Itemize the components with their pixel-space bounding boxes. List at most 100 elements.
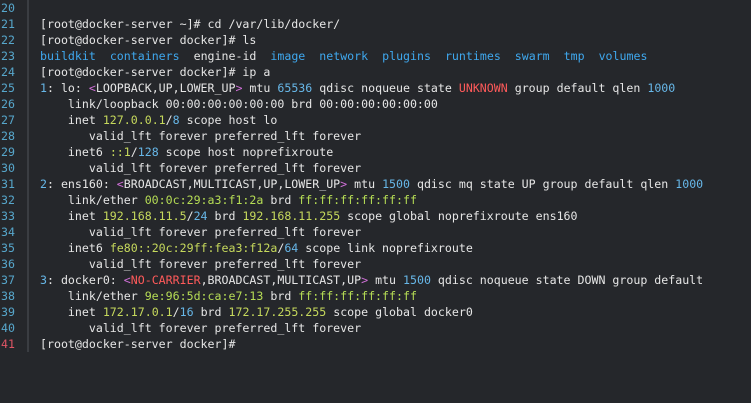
text-segment: ff:ff:ff:ff:ff:ff <box>298 193 417 207</box>
terminal-line: 34 valid_lft forever preferred_lft forev… <box>0 224 751 240</box>
line-number: 25 <box>1 81 15 95</box>
line-content: inet6 fe80::20c:29ff:fea3:f12a/64 scope … <box>40 240 473 256</box>
text-segment: mtu <box>368 273 403 287</box>
gutter-marker <box>27 288 29 304</box>
text-segment <box>585 49 599 63</box>
line-content: 2: ens160: <BROADCAST,MULTICAST,UP,LOWER… <box>40 176 703 192</box>
line-number: 26 <box>1 97 15 111</box>
terminal-line: 27 inet 127.0.0.1/8 scope host lo <box>0 112 751 128</box>
text-segment: inet <box>40 209 103 223</box>
terminal-output[interactable]: 20 21 [root@docker-server ~]# cd /var/lib/… <box>0 0 751 403</box>
text-segment: mtu <box>242 81 278 95</box>
text-segment: ip a <box>242 65 271 79</box>
gutter-marker <box>27 336 29 352</box>
gutter-marker <box>27 256 29 272</box>
gutter-marker <box>27 80 29 96</box>
text-segment: 1500 <box>403 273 431 287</box>
text-segment: 1000 <box>675 177 704 191</box>
terminal-line: 40 valid_lft forever preferred_lft forev… <box>0 320 751 336</box>
text-segment: network <box>319 49 369 63</box>
text-segment: buildkit <box>40 49 96 63</box>
text-segment: valid_lft forever preferred_lft forever <box>40 257 362 271</box>
text-segment: inet <box>40 113 103 127</box>
text-segment <box>431 49 445 63</box>
text-segment: / <box>172 305 180 319</box>
text-segment: link/loopback 00:00:00:00:00:00 brd 00:0… <box>40 97 438 111</box>
line-number: 23 <box>1 49 15 63</box>
text-segment: valid_lft forever preferred_lft forever <box>40 321 362 335</box>
text-segment: 128 <box>137 145 159 159</box>
gutter-marker <box>27 48 29 64</box>
text-segment <box>96 49 110 63</box>
text-segment: containers <box>109 49 180 63</box>
terminal-line: 33 inet 192.168.11.5/24 brd 192.168.11.2… <box>0 208 751 224</box>
text-segment: < <box>116 177 124 191</box>
terminal-line: 28 valid_lft forever preferred_lft forev… <box>0 128 751 144</box>
text-segment: / <box>186 209 194 223</box>
text-segment: 192.168.11.5 <box>102 209 187 223</box>
text-segment: swarm <box>514 49 550 63</box>
line-content: inet 192.168.11.5/24 brd 192.168.11.255 … <box>40 208 578 224</box>
gutter-marker <box>27 64 29 80</box>
text-segment: BROADCAST,MULTICAST,UP,LOWER_UP <box>123 177 341 191</box>
text-segment: 8 <box>172 113 180 127</box>
text-segment: tmp <box>563 49 585 63</box>
text-segment: < <box>88 81 96 95</box>
text-segment: [root@docker-server docker]# <box>40 337 243 351</box>
text-segment: scope global docker0 <box>326 305 473 319</box>
text-segment: ::1 <box>109 145 131 159</box>
terminal-line: 36 valid_lft forever preferred_lft forev… <box>0 256 751 272</box>
text-segment: inet6 <box>40 241 110 255</box>
text-segment <box>256 49 270 63</box>
gutter-marker <box>27 320 29 336</box>
line-number: 27 <box>1 113 15 127</box>
text-segment: 2 <box>40 177 47 191</box>
line-number: 38 <box>1 289 15 303</box>
gutter-marker <box>27 272 29 288</box>
text-segment: cd /var/lib/docker/ <box>207 17 341 31</box>
text-segment <box>305 49 319 63</box>
gutter-marker <box>27 128 29 144</box>
gutter-marker <box>27 208 29 224</box>
text-segment: 1000 <box>647 81 676 95</box>
line-content: buildkit containers engine-id image netw… <box>40 48 647 64</box>
text-segment: ,BROADCAST,MULTICAST,UP <box>200 273 362 287</box>
line-number: 34 <box>1 225 15 239</box>
text-segment: ls <box>242 33 257 47</box>
gutter-marker <box>27 112 29 128</box>
text-segment: 16 <box>179 305 194 319</box>
line-number: 40 <box>1 321 15 335</box>
text-segment: brd <box>263 289 299 303</box>
text-segment: 00:0c:29:a3:f1:2a <box>144 193 264 207</box>
text-segment: valid_lft forever preferred_lft forever <box>40 225 362 239</box>
text-segment: < <box>123 273 131 287</box>
terminal-line: 25 1: lo: <LOOPBACK,UP,LOWER_UP> mtu 6553… <box>0 80 751 96</box>
line-content: inet 127.0.0.1/8 scope host lo <box>40 112 277 128</box>
terminal-line: 32 link/ether 00:0c:29:a3:f1:2a brd ff:f… <box>0 192 751 208</box>
gutter-marker <box>27 240 29 256</box>
line-content: [root@docker-server docker]# ls <box>40 32 256 48</box>
text-segment: scope host noprefixroute <box>158 145 334 159</box>
terminal-line: 21 [root@docker-server ~]# cd /var/lib/do… <box>0 16 751 32</box>
terminal-line: 35 inet6 fe80::20c:29ff:fea3:f12a/64 sco… <box>0 240 751 256</box>
text-segment <box>501 49 515 63</box>
line-number: 41 <box>1 337 15 351</box>
terminal-line: 20 <box>0 0 751 16</box>
terminal-line: 29 inet6 ::1/128 scope host noprefixrout… <box>0 144 751 160</box>
text-segment: link/ether <box>40 193 145 207</box>
line-content: valid_lft forever preferred_lft forever <box>40 320 361 336</box>
text-segment: group default qlen <box>507 81 648 95</box>
text-segment: 172.17.0.1 <box>102 305 173 319</box>
gutter-marker <box>27 144 29 160</box>
text-segment: valid_lft forever preferred_lft forever <box>40 129 362 143</box>
gutter-marker <box>27 16 29 32</box>
terminal-line: 39 inet 172.17.0.1/16 brd 172.17.255.255… <box>0 304 751 320</box>
text-segment: 192.168.11.255 <box>242 209 341 223</box>
line-content: valid_lft forever preferred_lft forever <box>40 256 361 272</box>
text-segment: [root@docker-server ~]# <box>40 17 208 31</box>
text-segment <box>368 49 382 63</box>
line-content: 1: lo: <LOOPBACK,UP,LOWER_UP> mtu 65536 … <box>40 80 675 96</box>
text-segment <box>180 49 194 63</box>
text-segment: ff:ff:ff:ff:ff:ff <box>298 289 417 303</box>
gutter-marker <box>27 304 29 320</box>
